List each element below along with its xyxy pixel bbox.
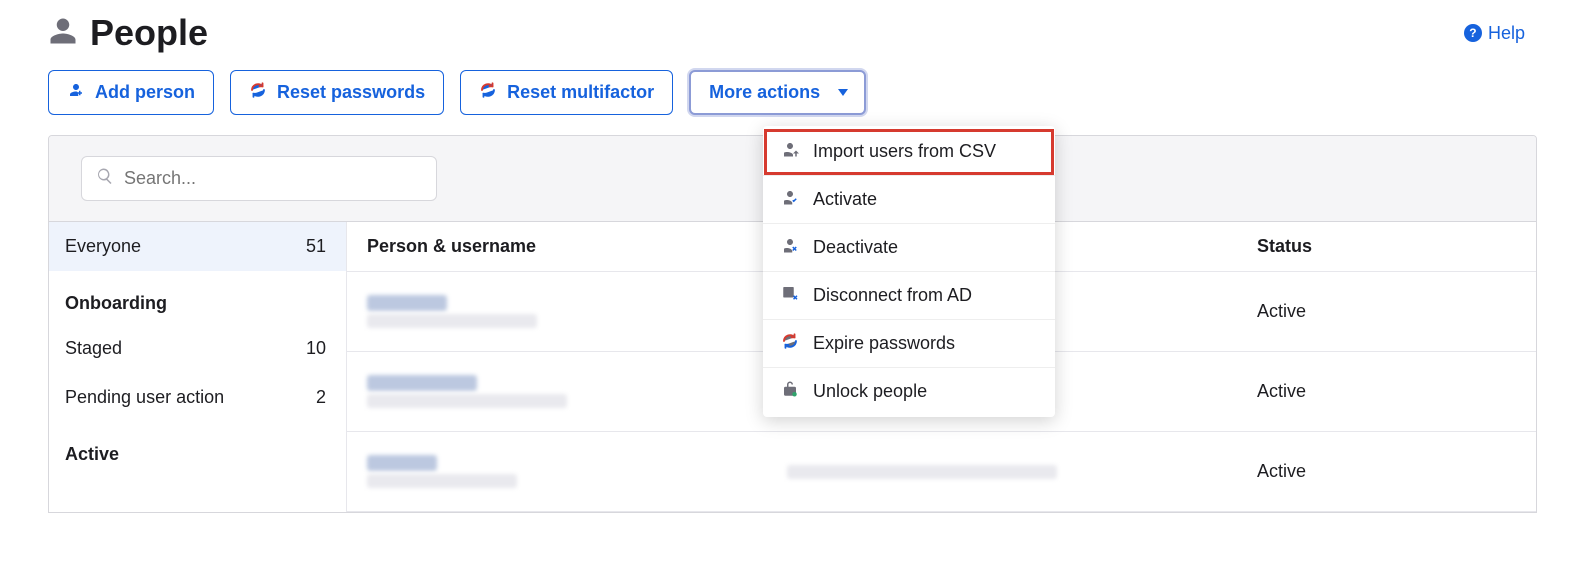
- help-label: Help: [1488, 23, 1525, 44]
- person-icon: [48, 16, 78, 51]
- ad-x-icon: [781, 284, 799, 307]
- add-person-button[interactable]: Add person: [48, 70, 214, 115]
- sync-icon: [781, 332, 799, 355]
- sidebar-header-active: Active: [49, 422, 346, 475]
- dropdown-item-label: Activate: [813, 189, 877, 210]
- dropdown-unlock-people[interactable]: Unlock people: [763, 368, 1055, 415]
- status-cell: Active: [1257, 381, 1417, 402]
- search-input-wrap[interactable]: [81, 156, 437, 201]
- person-check-icon: [781, 188, 799, 211]
- chevron-down-icon: [838, 89, 848, 96]
- dropdown-item-label: Unlock people: [813, 381, 927, 402]
- blurred-name: [367, 455, 437, 471]
- sync-icon: [479, 81, 497, 104]
- filter-sidebar: Everyone 51 Onboarding Staged 10 Pending…: [49, 222, 347, 512]
- reset-passwords-label: Reset passwords: [277, 82, 425, 103]
- sidebar-item-everyone[interactable]: Everyone 51: [49, 222, 346, 271]
- sync-icon: [249, 81, 267, 104]
- search-icon: [96, 167, 124, 190]
- dropdown-import-csv[interactable]: Import users from CSV: [763, 128, 1055, 176]
- table-row[interactable]: Active: [347, 432, 1536, 512]
- person-x-icon: [781, 236, 799, 259]
- dropdown-item-label: Expire passwords: [813, 333, 955, 354]
- col-header-person: Person & username: [367, 236, 787, 257]
- dropdown-item-label: Disconnect from AD: [813, 285, 972, 306]
- dropdown-disconnect-ad[interactable]: Disconnect from AD: [763, 272, 1055, 320]
- blurred-username: [367, 314, 537, 328]
- blurred-username: [367, 474, 517, 488]
- blurred-name: [367, 375, 477, 391]
- sidebar-item-count: 2: [316, 387, 326, 408]
- dropdown-activate[interactable]: Activate: [763, 176, 1055, 224]
- col-header-status: Status: [1257, 236, 1417, 257]
- add-person-label: Add person: [95, 82, 195, 103]
- sidebar-item-label: Staged: [65, 338, 122, 359]
- reset-multifactor-label: Reset multifactor: [507, 82, 654, 103]
- help-link[interactable]: ? Help: [1464, 23, 1525, 44]
- page-title: People: [90, 12, 208, 54]
- blurred-username: [367, 394, 567, 408]
- more-actions-button[interactable]: More actions: [689, 70, 866, 115]
- status-cell: Active: [1257, 301, 1417, 322]
- search-input[interactable]: [124, 168, 422, 189]
- dropdown-item-label: Deactivate: [813, 237, 898, 258]
- reset-passwords-button[interactable]: Reset passwords: [230, 70, 444, 115]
- more-actions-label: More actions: [709, 82, 820, 103]
- sidebar-item-staged[interactable]: Staged 10: [49, 324, 346, 373]
- dropdown-deactivate[interactable]: Deactivate: [763, 224, 1055, 272]
- sidebar-item-label: Pending user action: [65, 387, 224, 408]
- sidebar-item-label: Everyone: [65, 236, 141, 257]
- add-person-icon: [67, 81, 85, 104]
- status-cell: Active: [1257, 461, 1417, 482]
- sidebar-header-onboarding: Onboarding: [49, 271, 346, 324]
- lock-open-icon: [781, 380, 799, 403]
- blurred-email: [787, 465, 1057, 479]
- sidebar-item-count: 51: [306, 236, 326, 257]
- sidebar-item-pending[interactable]: Pending user action 2: [49, 373, 346, 422]
- blurred-name: [367, 295, 447, 311]
- reset-multifactor-button[interactable]: Reset multifactor: [460, 70, 673, 115]
- sidebar-item-count: 10: [306, 338, 326, 359]
- dropdown-expire-passwords[interactable]: Expire passwords: [763, 320, 1055, 368]
- more-actions-dropdown: Import users from CSV Activate Deactivat…: [763, 126, 1055, 417]
- help-icon: ?: [1464, 24, 1482, 42]
- dropdown-item-label: Import users from CSV: [813, 141, 996, 162]
- person-arrow-icon: [781, 140, 799, 163]
